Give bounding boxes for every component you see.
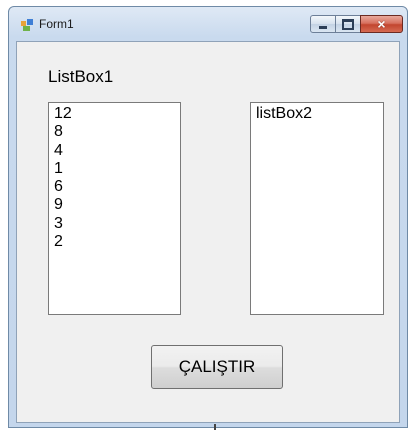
listbox1-item[interactable]: 3 [54, 215, 180, 233]
close-icon: × [377, 16, 386, 32]
form1-window: Form1 × ListBox1 12 8 4 1 6 9 3 2 listBo… [8, 6, 408, 428]
form-app-icon [21, 19, 33, 31]
listbox1-item[interactable]: 1 [54, 160, 180, 178]
maximize-icon [342, 18, 354, 30]
listbox1-item[interactable]: 6 [54, 178, 180, 196]
listbox1[interactable]: 12 8 4 1 6 9 3 2 [48, 102, 181, 315]
listbox1-item[interactable]: 2 [54, 233, 180, 251]
maximize-button[interactable] [335, 15, 361, 33]
window-title: Form1 [39, 17, 74, 31]
listbox1-item[interactable]: 8 [54, 123, 180, 141]
listbox1-item[interactable]: 9 [54, 196, 180, 214]
listbox2[interactable]: listBox2 [250, 102, 384, 315]
form-client-area: ListBox1 12 8 4 1 6 9 3 2 listBox2 ÇALIŞ… [16, 41, 400, 423]
listbox1-item[interactable]: 12 [54, 105, 180, 123]
run-button[interactable]: ÇALIŞTIR [151, 345, 283, 389]
resize-grip-icon [214, 424, 216, 430]
title-bar[interactable]: Form1 × [9, 7, 407, 41]
close-button[interactable]: × [360, 15, 403, 33]
minimize-icon [319, 25, 327, 29]
listbox1-label: ListBox1 [48, 67, 114, 86]
listbox2-item[interactable]: listBox2 [256, 105, 383, 123]
listbox1-item[interactable]: 4 [54, 142, 180, 160]
minimize-button[interactable] [310, 15, 336, 33]
